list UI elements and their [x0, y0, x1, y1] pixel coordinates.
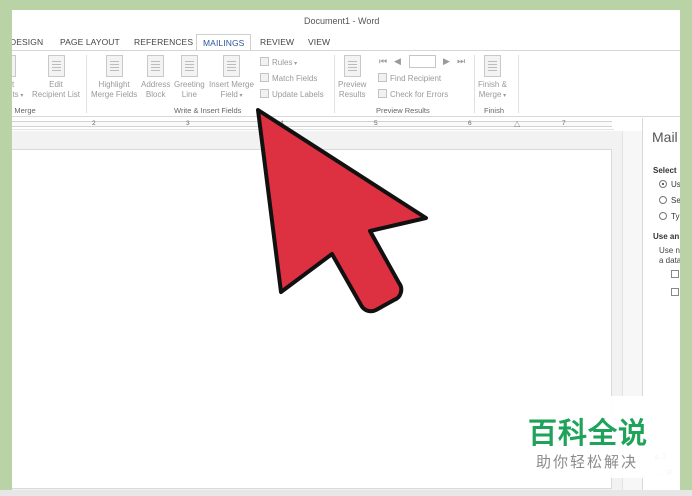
browse-checkbox-icon[interactable] — [671, 270, 679, 278]
first-record-icon[interactable]: ⏮ — [379, 56, 387, 67]
select-outlook-label: Se — [671, 196, 680, 205]
select-recipients-label: Select — [653, 166, 677, 175]
highlight-line1: Highlight — [98, 80, 130, 89]
check-errors-icon — [378, 89, 387, 98]
check-errors-button[interactable]: Check for Errors — [378, 89, 448, 99]
find-recipient-label: Find Recipient — [390, 74, 442, 83]
select-outlook-contacts-radio[interactable] — [659, 196, 667, 204]
preview-line2: Results — [338, 90, 366, 99]
select-recipients-button[interactable]: ct nts ▾ — [12, 55, 23, 101]
ruler-number: 2 — [92, 120, 96, 127]
finish-line2: Merge — [478, 90, 502, 99]
insert-merge-field-icon — [222, 55, 240, 77]
red-pointer-arrow-icon — [256, 108, 428, 314]
address-block-line2: Block — [145, 90, 166, 99]
ruler-number: 7 — [562, 120, 566, 127]
address-block-button[interactable]: Address Block — [141, 55, 170, 100]
match-fields-button[interactable]: Match Fields — [260, 73, 317, 83]
record-number-input[interactable] — [409, 55, 436, 68]
type-new-list-radio[interactable] — [659, 212, 667, 220]
highlight-line2: Merge Fields — [91, 90, 138, 99]
update-labels-label: Update Labels — [272, 90, 324, 99]
type-new-list-label: Ty — [671, 212, 680, 221]
recipients-icon — [12, 55, 16, 77]
address-block-icon — [147, 55, 165, 77]
check-errors-label: Check for Errors — [390, 90, 449, 99]
rules-icon — [260, 57, 269, 66]
match-fields-icon — [260, 73, 269, 82]
highlight-merge-fields-button[interactable]: Highlight Merge Fields — [91, 55, 137, 100]
find-recipient-button[interactable]: Find Recipient — [378, 73, 441, 83]
rules-button[interactable]: Rules ▾ — [260, 57, 297, 67]
watermark: 百科全说 助你轻松解决 — [504, 396, 680, 478]
address-block-line1: Address — [141, 80, 171, 89]
greeting-line-icon — [180, 55, 198, 77]
pane-title: Mail — [652, 129, 678, 145]
edit-recipient-list-button[interactable]: Edit Recipient List — [32, 55, 80, 100]
word-window: Document1 - Word DESIGN PAGE LAYOUT REFE… — [12, 10, 680, 490]
group-separator — [86, 55, 87, 113]
start-mail-merge-group-label: il Merge — [12, 106, 36, 115]
ribbon-tabs: DESIGN PAGE LAYOUT REFERENCES MAILINGS R… — [12, 34, 680, 52]
find-icon — [378, 73, 387, 82]
finish-line1: Finish & — [478, 80, 507, 89]
insert-merge-line1: Insert Merge — [209, 80, 254, 89]
bottom-bar — [0, 490, 692, 496]
tab-page-layout[interactable]: PAGE LAYOUT — [60, 37, 120, 47]
preview-line1: Preview — [338, 80, 367, 89]
tab-references[interactable]: REFERENCES — [134, 37, 193, 47]
use-existing-list-label: Us — [671, 180, 680, 189]
finish-group-label: Finish — [484, 106, 505, 115]
update-labels-icon — [260, 89, 269, 98]
next-record-icon[interactable]: ▶ — [443, 56, 450, 67]
edit-list-icon — [47, 55, 65, 77]
title-bar: Document1 - Word — [12, 16, 680, 30]
select-recipients-line1: ct — [12, 80, 15, 89]
watermark-title: 百科全说 — [528, 418, 649, 450]
group-separator — [334, 55, 335, 113]
edit-list-checkbox-icon[interactable] — [671, 288, 679, 296]
greeting-line-button[interactable]: Greeting Line — [174, 55, 205, 100]
match-fields-label: Match Fields — [272, 74, 318, 83]
ruler-number: 6 — [468, 120, 472, 127]
group-separator — [518, 55, 519, 113]
tab-review[interactable]: REVIEW — [260, 37, 294, 47]
tab-design[interactable]: DESIGN — [12, 37, 43, 47]
use-existing-heading: Use an — [653, 232, 680, 241]
edit-recipient-line2: Recipient List — [32, 90, 81, 99]
right-indent-marker[interactable]: △ — [514, 119, 520, 128]
greeting-line2: Line — [181, 90, 197, 99]
last-record-icon[interactable]: ⏭ — [457, 56, 465, 67]
watermark-subtitle: 助你轻松解决 — [536, 454, 639, 471]
window-title: Document1 - Word — [304, 16, 380, 26]
insert-merge-line2: Field — [220, 90, 238, 99]
edit-recipient-line1: Edit — [49, 80, 63, 89]
write-insert-group-label: Write & Insert Fields — [174, 106, 242, 115]
preview-results-icon — [343, 55, 361, 77]
tab-view[interactable]: VIEW — [308, 37, 330, 47]
select-recipients-line2: nts — [12, 90, 19, 99]
use-existing-text: Use n — [659, 246, 680, 255]
finish-merge-button[interactable]: Finish & Merge ▾ — [478, 55, 507, 101]
greeting-line1: Greeting — [174, 80, 205, 89]
rules-label: Rules — [272, 58, 293, 67]
ruler-number: 3 — [186, 120, 190, 127]
group-separator — [474, 55, 475, 113]
highlight-icon — [105, 55, 123, 77]
update-labels-button[interactable]: Update Labels — [260, 89, 324, 99]
finish-merge-icon — [483, 55, 501, 77]
previous-record-icon[interactable]: ◀ — [394, 56, 401, 67]
insert-merge-field-button[interactable]: Insert Merge Field ▾ — [209, 55, 254, 101]
use-existing-text: a data — [659, 256, 680, 265]
preview-results-button[interactable]: Preview Results — [338, 55, 366, 100]
use-existing-list-radio[interactable] — [659, 180, 667, 188]
